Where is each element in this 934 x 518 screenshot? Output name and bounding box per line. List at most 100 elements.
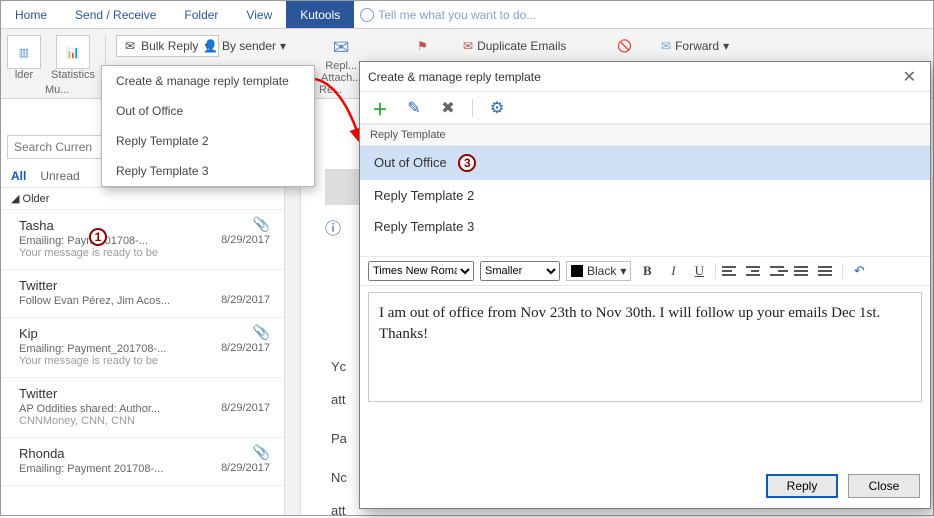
msg-from: Twitter [19,278,288,293]
close-icon[interactable]: ✕ [897,67,922,87]
message-list: Tasha Emailing: Paym 201708-... Your mes… [1,210,300,486]
msg-from: Tasha [19,218,288,233]
menu-out-of-office[interactable]: Out of Office [102,96,314,126]
msg-date: 8/29/2017 [221,294,270,306]
by-sender-button[interactable]: 👤 By sender ▾ [197,37,292,55]
step-1-badge: 1 [89,228,107,246]
delete-template-button[interactable]: ✖ [438,98,458,118]
chevron-down-icon: ▾ [723,39,729,53]
size-select[interactable]: Smaller [480,261,560,281]
template-row-out-of-office[interactable]: Out of Office 3 [360,146,930,180]
fmt-separator [715,263,716,279]
mu-group-label: Mu... [45,84,69,96]
duplicate-emails-button[interactable]: ✉ Duplicate Emails [457,37,572,55]
chevron-down-icon: ▾ [280,39,286,53]
re-group-label: Re... [319,84,342,96]
menu-create-manage[interactable]: Create & manage reply template [102,66,314,96]
by-sender-label: By sender [222,39,276,53]
align-left-button[interactable] [722,262,740,280]
duplicate-icon: ✉ [463,39,473,53]
toolbar-separator [472,99,473,117]
template-list: Out of Office 3 Reply Template 2 Reply T… [360,146,930,242]
italic-button[interactable]: I [663,262,683,280]
msg-date: 8/29/2017 [221,462,270,474]
paperclip-icon: 📎 [253,216,270,233]
reply-attach-icon[interactable]: ✉ [333,35,350,60]
list-item[interactable]: Twitter Follow Evan Pérez, Jim Acos... 8… [1,270,300,318]
tab-view[interactable]: View [232,1,286,28]
forward-button[interactable]: ✉ Forward ▾ [655,37,735,55]
bold-button[interactable]: B [637,262,657,280]
ribbon-tabs: Home Send / Receive Folder View Kutools … [1,1,933,29]
duplicate-label: Duplicate Emails [477,39,566,53]
undo-button[interactable]: ↶ [849,262,869,280]
filter-all[interactable]: All [11,169,26,183]
add-template-button[interactable]: ＋ [370,98,390,118]
forward-label: Forward [675,39,719,53]
attach-label: Attach... [321,72,361,84]
info-icon: ⓘ [325,215,341,239]
font-select[interactable]: Times New Roman [368,261,474,281]
format-bar: Times New Roman Smaller Black ▾ B I U ↶ [360,256,930,286]
template-editor[interactable]: I am out of office from Nov 23th to Nov … [368,292,922,402]
reply-button[interactable]: Reply [766,474,838,498]
envelope-icon: ✉ [125,39,135,53]
forward-icon: ✉ [661,39,671,53]
template-row-label: Out of Office [374,155,447,170]
msg-date: 8/29/2017 [221,402,270,414]
repl-label: Repl... [325,60,357,72]
list-item[interactable]: Kip Emailing: Payment_201708-... Your me… [1,318,300,378]
flag-icon: ⚑ [417,39,428,53]
color-select[interactable]: Black ▾ [566,261,631,281]
template-section-label: Reply Template [360,124,930,146]
block-icon: 🚫 [617,39,632,53]
group-statistics: 📊 Statistics [51,35,95,81]
list-item[interactable]: Tasha Emailing: Paym 201708-... Your mes… [1,210,300,270]
group-left: ▥ lder [7,35,41,81]
bulb-icon [360,8,374,22]
person-icon: 👤 [203,39,218,53]
settings-button[interactable]: ⚙ [487,98,507,118]
menu-reply-template-3[interactable]: Reply Template 3 [102,156,314,186]
paperclip-icon: 📎 [253,444,270,461]
tab-folder[interactable]: Folder [170,1,232,28]
msg-preview: Your message is ready to be [19,355,288,367]
align-center-button[interactable] [746,262,764,280]
list-item[interactable]: Twitter AP Oddities shared: Author... CN… [1,378,300,438]
template-row-2[interactable]: Reply Template 2 [360,180,930,211]
indent-increase-button[interactable] [818,262,836,280]
avatar [325,169,361,205]
fmt-separator [842,263,843,279]
underline-button[interactable]: U [689,262,709,280]
msg-from: Twitter [19,386,288,401]
edit-template-button[interactable]: ✎ [404,98,424,118]
reply-template-dialog: Create & manage reply template ✕ ＋ ✎ ✖ ⚙… [359,61,931,509]
step-3-badge: 3 [458,154,476,172]
dialog-titlebar: Create & manage reply template ✕ [360,62,930,92]
color-swatch [571,265,583,277]
tell-me-placeholder: Tell me what you want to do... [378,8,536,22]
bulk-reply-dropdown: Create & manage reply template Out of Of… [101,65,315,187]
close-button[interactable]: Close [848,474,920,498]
color-label: Black [587,264,616,278]
indent-decrease-button[interactable] [794,262,812,280]
filter-unread[interactable]: Unread [40,169,79,183]
list-item[interactable]: Rhonda Emailing: Payment 201708-... 8/29… [1,438,300,486]
template-row-3[interactable]: Reply Template 3 [360,211,930,242]
msg-from: Rhonda [19,446,288,461]
flag-button[interactable]: ⚑ [411,37,434,55]
tab-kutools[interactable]: Kutools [286,1,354,28]
tab-send-receive[interactable]: Send / Receive [61,1,170,28]
tab-home[interactable]: Home [1,1,61,28]
statistics-icon[interactable]: 📊 [56,35,90,69]
menu-reply-template-2[interactable]: Reply Template 2 [102,126,314,156]
msg-from: Kip [19,326,288,341]
group-older[interactable]: ◢ Older [1,188,300,210]
align-right-button[interactable] [770,262,788,280]
ider-icon[interactable]: ▥ [7,35,41,69]
tell-me-search[interactable]: Tell me what you want to do... [360,8,536,22]
dialog-title: Create & manage reply template [368,70,541,84]
block-button[interactable]: 🚫 [611,37,638,55]
ider-label: lder [15,69,33,81]
dialog-buttons: Reply Close [766,474,920,498]
